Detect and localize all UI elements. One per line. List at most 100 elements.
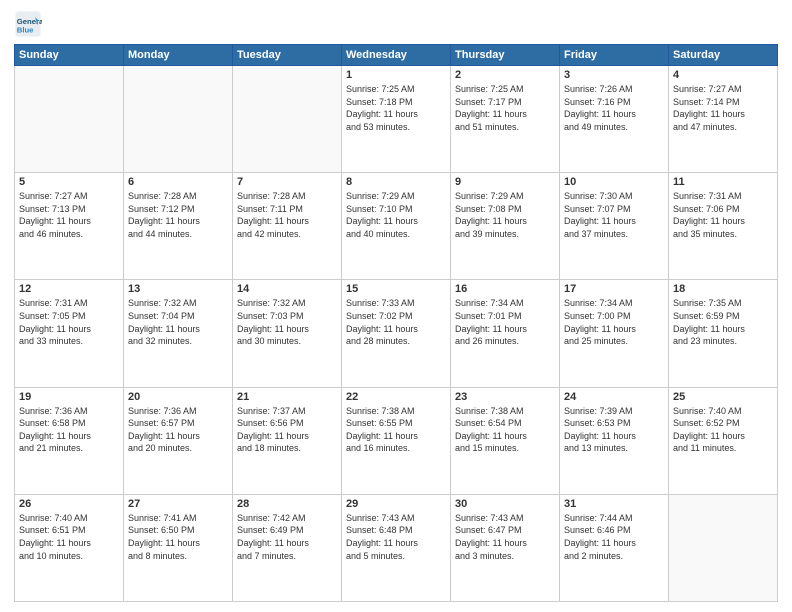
day-number: 5: [19, 176, 119, 188]
table-row: 11 Sunrise: 7:31 AM Sunset: 7:06 PM Dayli…: [669, 173, 778, 280]
calendar-week-row: 26 Sunrise: 7:40 AM Sunset: 6:51 PM Dayli…: [15, 494, 778, 601]
day-number: 20: [128, 391, 228, 403]
day-number: 8: [346, 176, 446, 188]
calendar-week-row: 19Sunrise: 7:36 AM Sunset: 6:58 PM Dayli…: [15, 387, 778, 494]
day-info: Sunrise: 7:30 AM Sunset: 7:07 PM Dayligh…: [564, 190, 664, 240]
table-row: 7 Sunrise: 7:28 AM Sunset: 7:11 PM Daylig…: [233, 173, 342, 280]
day-number: 15: [346, 283, 446, 295]
day-number: 11: [673, 176, 773, 188]
page: General Blue Sunday Monday Tuesday Wedne…: [0, 0, 792, 612]
table-row: [233, 66, 342, 173]
day-info: Sunrise: 7:31 AM Sunset: 7:05 PM Dayligh…: [19, 297, 119, 347]
day-info: Sunrise: 7:27 AM Sunset: 7:14 PM Dayligh…: [673, 83, 773, 133]
calendar-table: Sunday Monday Tuesday Wednesday Thursday…: [14, 44, 778, 602]
day-number: 1: [346, 69, 446, 81]
table-row: 5 Sunrise: 7:27 AM Sunset: 7:13 PM Daylig…: [15, 173, 124, 280]
table-row: 9 Sunrise: 7:29 AM Sunset: 7:08 PM Daylig…: [451, 173, 560, 280]
col-monday: Monday: [124, 45, 233, 66]
table-row: 4 Sunrise: 7:27 AM Sunset: 7:14 PM Daylig…: [669, 66, 778, 173]
col-sunday: Sunday: [15, 45, 124, 66]
table-row: 31 Sunrise: 7:44 AM Sunset: 6:46 PM Dayli…: [560, 494, 669, 601]
day-info: Sunrise: 7:34 AM Sunset: 7:00 PM Dayligh…: [564, 297, 664, 347]
table-row: 12 Sunrise: 7:31 AM Sunset: 7:05 PM Dayli…: [15, 280, 124, 387]
day-number: 17: [564, 283, 664, 295]
logo: General Blue: [14, 10, 48, 38]
day-info: Sunrise: 7:40 AM Sunset: 6:52 PM Dayligh…: [673, 405, 773, 455]
day-number: 31: [564, 498, 664, 510]
svg-text:General: General: [17, 17, 42, 26]
day-info: Sunrise: 7:41 AM Sunset: 6:50 PM Dayligh…: [128, 512, 228, 562]
header: General Blue: [14, 10, 778, 38]
table-row: 20 Sunrise: 7:36 AM Sunset: 6:57 PM Dayli…: [124, 387, 233, 494]
day-number: 23: [455, 391, 555, 403]
day-number: 4: [673, 69, 773, 81]
day-info: Sunrise: 7:32 AM Sunset: 7:04 PM Dayligh…: [128, 297, 228, 347]
day-number: 14: [237, 283, 337, 295]
day-number: 25: [673, 391, 773, 403]
table-row: 21 Sunrise: 7:37 AM Sunset: 6:56 PM Dayli…: [233, 387, 342, 494]
table-row: [669, 494, 778, 601]
table-row: 26 Sunrise: 7:40 AM Sunset: 6:51 PM Dayli…: [15, 494, 124, 601]
table-row: 15 Sunrise: 7:33 AM Sunset: 7:02 PM Dayli…: [342, 280, 451, 387]
table-row: 16Sunrise: 7:34 AM Sunset: 7:01 PM Dayli…: [451, 280, 560, 387]
day-number: 26: [19, 498, 119, 510]
day-info: Sunrise: 7:25 AM Sunset: 7:18 PM Dayligh…: [346, 83, 446, 133]
table-row: 14 Sunrise: 7:32 AM Sunset: 7:03 PM Dayli…: [233, 280, 342, 387]
day-number: 7: [237, 176, 337, 188]
day-info: Sunrise: 7:38 AM Sunset: 6:55 PM Dayligh…: [346, 405, 446, 455]
day-number: 22: [346, 391, 446, 403]
table-row: 24Sunrise: 7:39 AM Sunset: 6:53 PM Dayli…: [560, 387, 669, 494]
day-info: Sunrise: 7:31 AM Sunset: 7:06 PM Dayligh…: [673, 190, 773, 240]
day-number: 2: [455, 69, 555, 81]
day-number: 9: [455, 176, 555, 188]
logo-icon: General Blue: [14, 10, 42, 38]
day-info: Sunrise: 7:25 AM Sunset: 7:17 PM Dayligh…: [455, 83, 555, 133]
calendar-week-row: 1 Sunrise: 7:25 AM Sunset: 7:18 PM Daylig…: [15, 66, 778, 173]
day-info: Sunrise: 7:38 AM Sunset: 6:54 PM Dayligh…: [455, 405, 555, 455]
day-info: Sunrise: 7:28 AM Sunset: 7:11 PM Dayligh…: [237, 190, 337, 240]
day-number: 28: [237, 498, 337, 510]
day-info: Sunrise: 7:28 AM Sunset: 7:12 PM Dayligh…: [128, 190, 228, 240]
calendar-header-row: Sunday Monday Tuesday Wednesday Thursday…: [15, 45, 778, 66]
col-wednesday: Wednesday: [342, 45, 451, 66]
day-number: 12: [19, 283, 119, 295]
table-row: 3 Sunrise: 7:26 AM Sunset: 7:16 PM Daylig…: [560, 66, 669, 173]
day-number: 21: [237, 391, 337, 403]
table-row: 23 Sunrise: 7:38 AM Sunset: 6:54 PM Dayli…: [451, 387, 560, 494]
day-info: Sunrise: 7:44 AM Sunset: 6:46 PM Dayligh…: [564, 512, 664, 562]
table-row: 22 Sunrise: 7:38 AM Sunset: 6:55 PM Dayli…: [342, 387, 451, 494]
svg-text:Blue: Blue: [17, 25, 34, 34]
day-info: Sunrise: 7:35 AM Sunset: 6:59 PM Dayligh…: [673, 297, 773, 347]
day-info: Sunrise: 7:36 AM Sunset: 6:57 PM Dayligh…: [128, 405, 228, 455]
day-info: Sunrise: 7:37 AM Sunset: 6:56 PM Dayligh…: [237, 405, 337, 455]
day-number: 3: [564, 69, 664, 81]
table-row: [15, 66, 124, 173]
day-info: Sunrise: 7:33 AM Sunset: 7:02 PM Dayligh…: [346, 297, 446, 347]
table-row: 18 Sunrise: 7:35 AM Sunset: 6:59 PM Dayli…: [669, 280, 778, 387]
day-info: Sunrise: 7:40 AM Sunset: 6:51 PM Dayligh…: [19, 512, 119, 562]
day-number: 16: [455, 283, 555, 295]
day-number: 18: [673, 283, 773, 295]
table-row: 10 Sunrise: 7:30 AM Sunset: 7:07 PM Dayli…: [560, 173, 669, 280]
day-info: Sunrise: 7:27 AM Sunset: 7:13 PM Dayligh…: [19, 190, 119, 240]
table-row: 25 Sunrise: 7:40 AM Sunset: 6:52 PM Dayli…: [669, 387, 778, 494]
day-info: Sunrise: 7:32 AM Sunset: 7:03 PM Dayligh…: [237, 297, 337, 347]
day-number: 6: [128, 176, 228, 188]
table-row: 8Sunrise: 7:29 AM Sunset: 7:10 PM Daylig…: [342, 173, 451, 280]
calendar-week-row: 12 Sunrise: 7:31 AM Sunset: 7:05 PM Dayli…: [15, 280, 778, 387]
col-tuesday: Tuesday: [233, 45, 342, 66]
table-row: 27 Sunrise: 7:41 AM Sunset: 6:50 PM Dayli…: [124, 494, 233, 601]
day-info: Sunrise: 7:26 AM Sunset: 7:16 PM Dayligh…: [564, 83, 664, 133]
table-row: 28Sunrise: 7:42 AM Sunset: 6:49 PM Dayli…: [233, 494, 342, 601]
day-number: 19: [19, 391, 119, 403]
day-info: Sunrise: 7:43 AM Sunset: 6:47 PM Dayligh…: [455, 512, 555, 562]
day-number: 10: [564, 176, 664, 188]
table-row: 2 Sunrise: 7:25 AM Sunset: 7:17 PM Daylig…: [451, 66, 560, 173]
table-row: 6 Sunrise: 7:28 AM Sunset: 7:12 PM Daylig…: [124, 173, 233, 280]
calendar-week-row: 5 Sunrise: 7:27 AM Sunset: 7:13 PM Daylig…: [15, 173, 778, 280]
day-info: Sunrise: 7:29 AM Sunset: 7:08 PM Dayligh…: [455, 190, 555, 240]
table-row: [124, 66, 233, 173]
table-row: 19Sunrise: 7:36 AM Sunset: 6:58 PM Dayli…: [15, 387, 124, 494]
day-number: 27: [128, 498, 228, 510]
col-thursday: Thursday: [451, 45, 560, 66]
